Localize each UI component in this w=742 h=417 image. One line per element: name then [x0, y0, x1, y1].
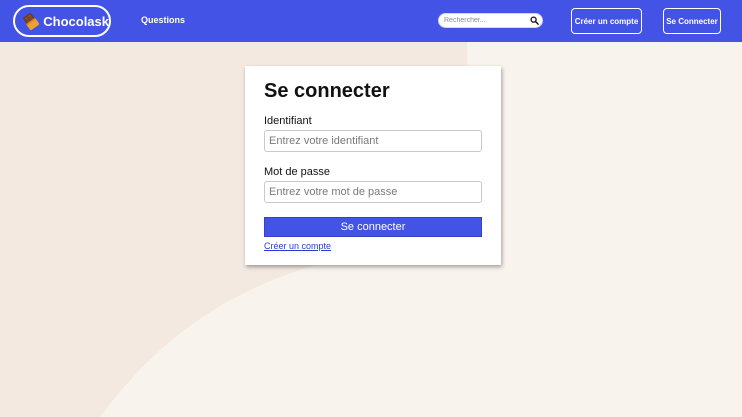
create-account-link[interactable]: Créer un compte: [264, 241, 331, 251]
login-title: Se connecter: [264, 80, 390, 102]
login-button[interactable]: Se Connecter: [663, 8, 721, 34]
login-card: Se connecter Identifiant Mot de passe Se…: [245, 66, 501, 265]
search-input[interactable]: [444, 14, 529, 27]
nav-link-questions[interactable]: Questions: [141, 15, 185, 25]
brand-home-link[interactable]: Chocolask: [13, 5, 111, 37]
password-label: Mot de passe: [264, 166, 331, 178]
username-label: Identifiant: [264, 115, 312, 127]
search-icon[interactable]: [530, 16, 539, 25]
search-box: [438, 13, 543, 28]
signup-button[interactable]: Créer un compte: [571, 8, 642, 34]
submit-login-button[interactable]: Se connecter: [264, 217, 482, 237]
chocolate-bar-icon: [23, 13, 40, 31]
password-field[interactable]: [264, 181, 482, 203]
top-navbar: Chocolask Questions Créer un compte Se C…: [0, 0, 742, 42]
username-field[interactable]: [264, 130, 482, 152]
brand-name: Chocolask: [43, 13, 109, 29]
